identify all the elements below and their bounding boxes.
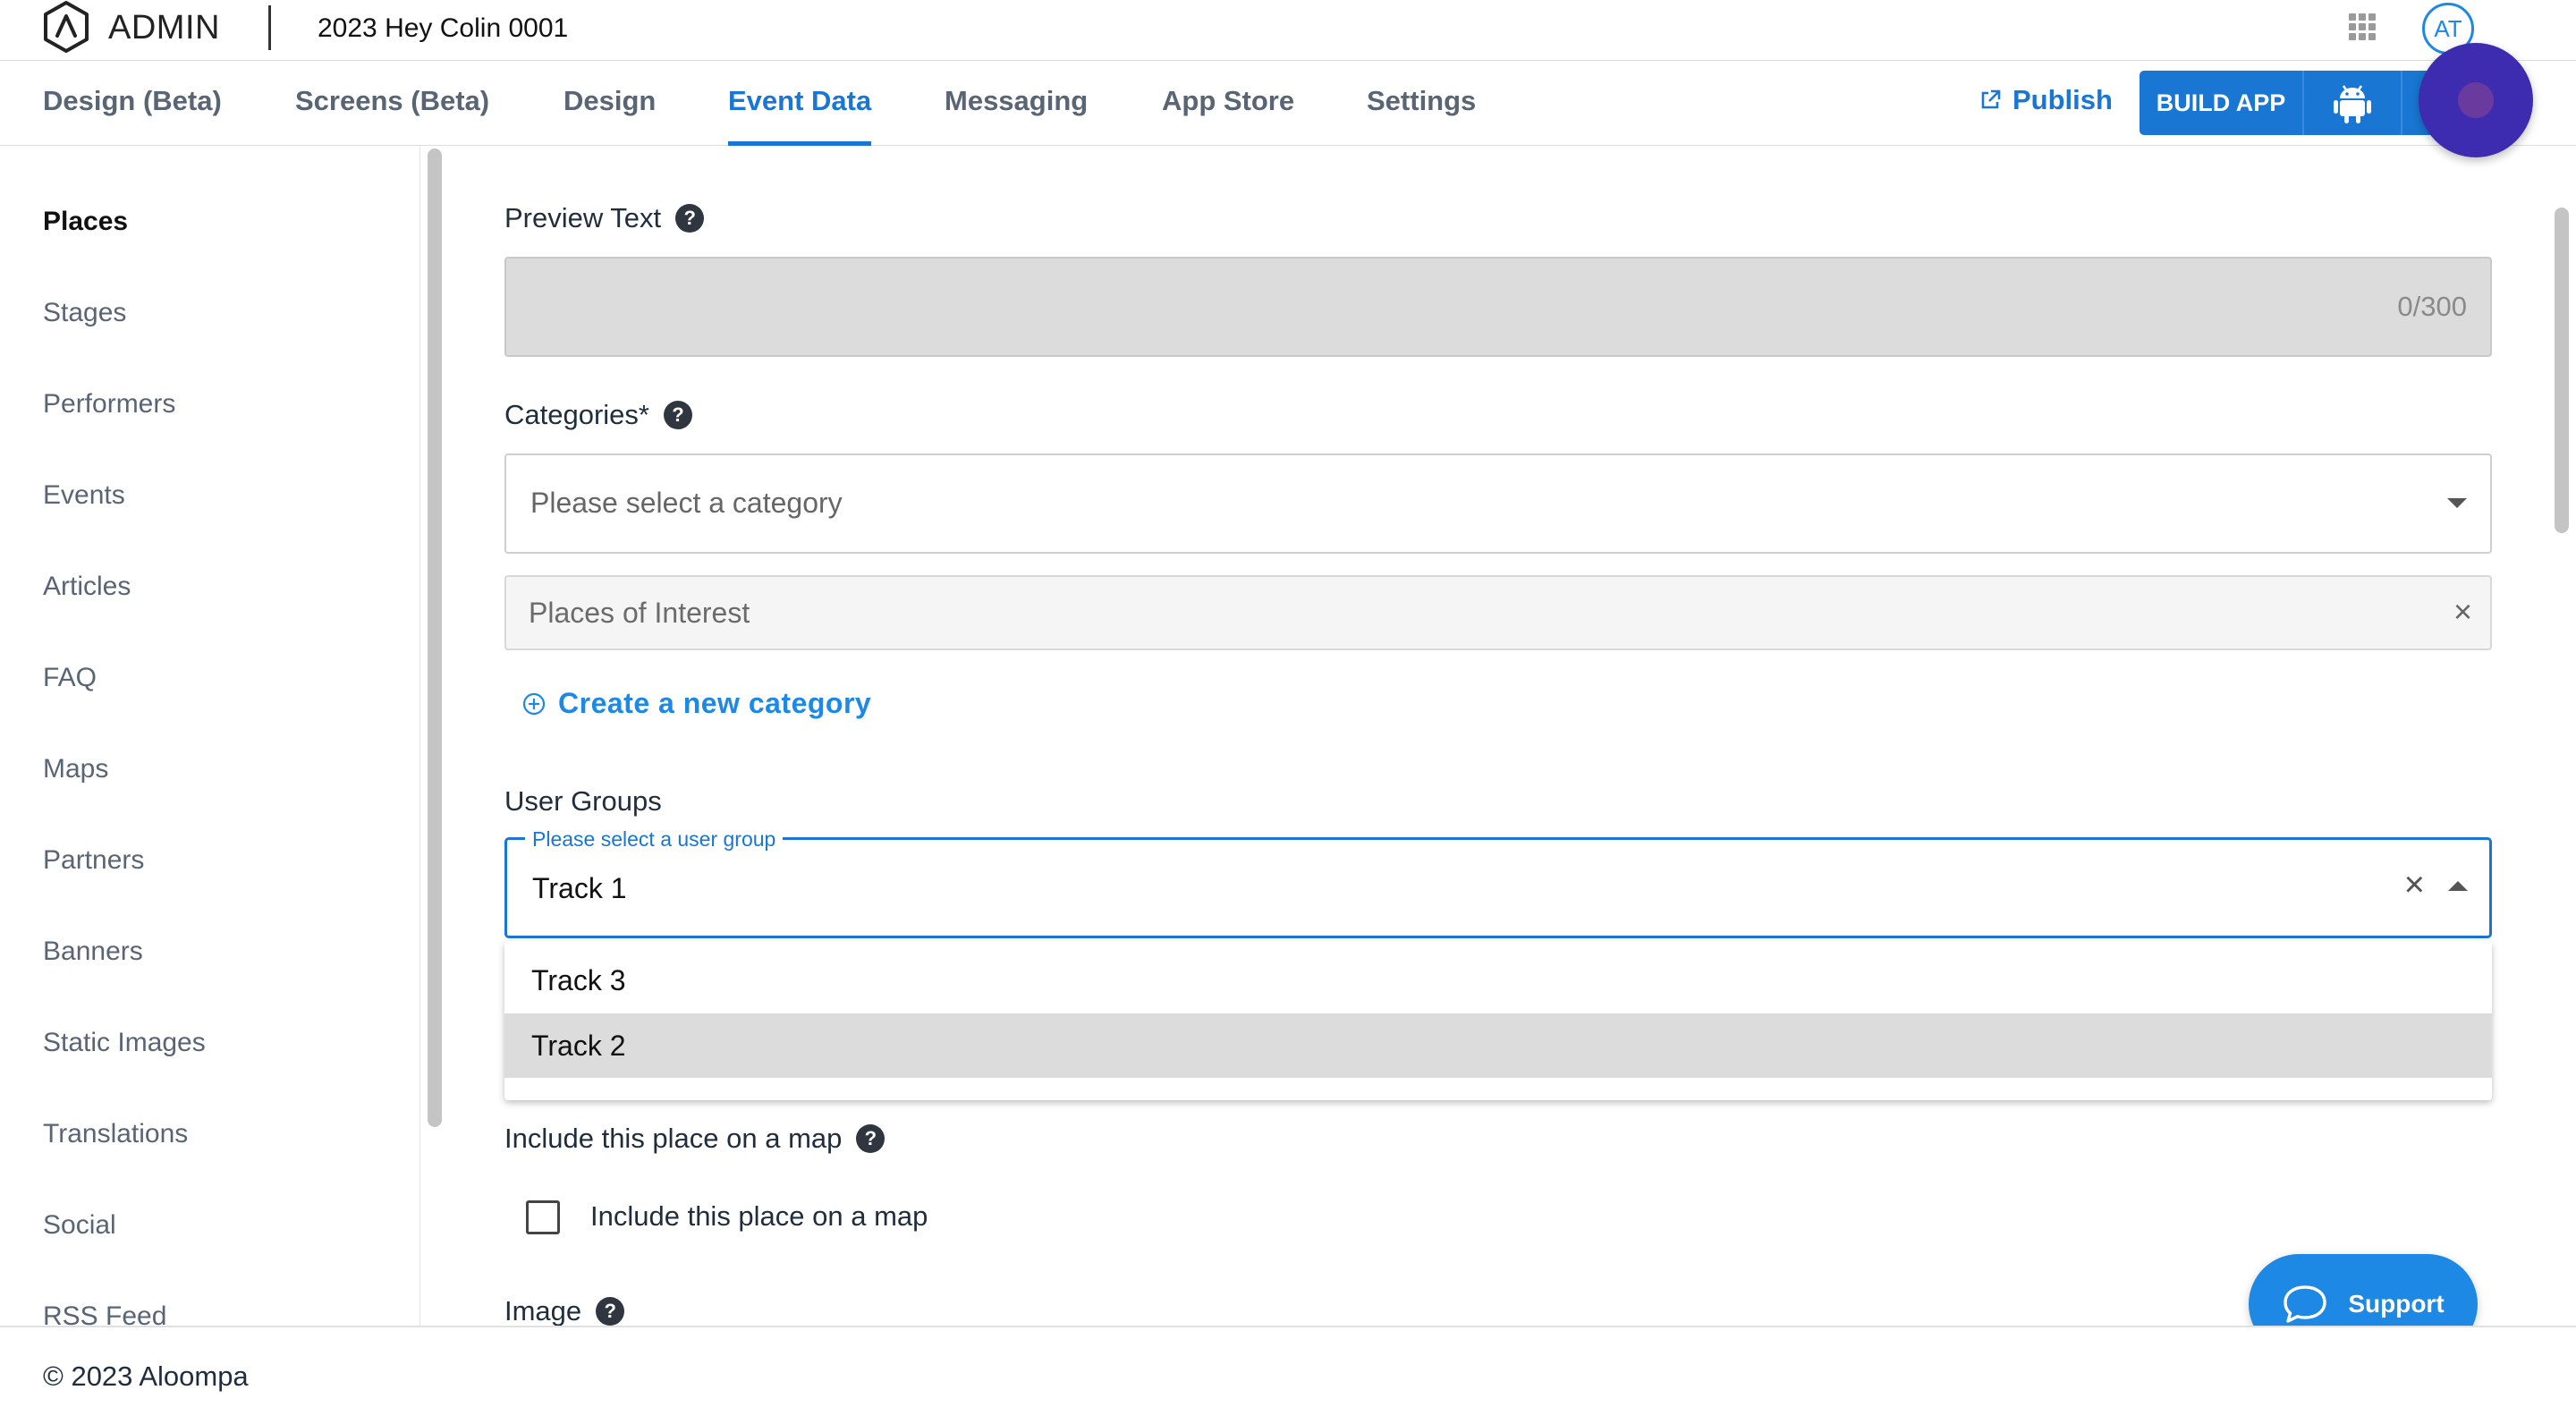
categories-label: Categories* ? xyxy=(504,399,692,431)
sidebar-item-articles[interactable]: Articles xyxy=(43,572,131,602)
sidebar-item-rss-feed[interactable]: RSS Feed xyxy=(43,1301,166,1326)
sidebar-item-performers[interactable]: Performers xyxy=(43,389,175,420)
help-icon[interactable]: ? xyxy=(596,1297,625,1326)
include-on-map-label[interactable]: Include this place on a map xyxy=(590,1200,928,1233)
preview-text-label: Preview Text ? xyxy=(504,202,705,234)
build-button-group: BUILD APP xyxy=(2140,71,2454,135)
sidebar-scrollbar[interactable] xyxy=(428,148,442,1127)
map-section-label: Include this place on a map ? xyxy=(504,1123,886,1155)
chat-bubble-icon xyxy=(2284,1285,2327,1323)
tab-app-store[interactable]: App Store xyxy=(1162,61,1294,146)
sidebar-item-translations[interactable]: Translations xyxy=(43,1119,188,1149)
sidebar-item-maps[interactable]: Maps xyxy=(43,754,108,784)
title-divider xyxy=(268,5,271,50)
include-on-map-checkbox[interactable] xyxy=(526,1200,560,1234)
place-form: Preview Text ? 0/300 Categories* ? Pleas… xyxy=(447,147,2549,1326)
main-nav: Design (Beta) Screens (Beta) Design Even… xyxy=(0,61,2576,146)
tab-messaging[interactable]: Messaging xyxy=(945,61,1088,146)
sidebar-item-stages[interactable]: Stages xyxy=(43,298,126,328)
top-bar: ADMIN 2023 Hey Colin 0001 AT xyxy=(0,0,2576,61)
sidebar-item-places[interactable]: Places xyxy=(43,207,128,237)
selected-category-chip: Places of Interest × xyxy=(504,575,2492,650)
build-app-button[interactable]: BUILD APP xyxy=(2140,71,2302,135)
help-icon[interactable]: ? xyxy=(663,401,692,429)
publish-label: Publish xyxy=(2012,84,2113,115)
publish-link[interactable]: Publish xyxy=(1979,84,2113,116)
category-chip-label: Places of Interest xyxy=(529,597,750,629)
tab-design[interactable]: Design xyxy=(564,61,656,146)
sidebar-item-static-images[interactable]: Static Images xyxy=(43,1028,206,1058)
user-group-select[interactable]: Please select a user group Track 1 × xyxy=(504,827,2492,938)
sidebar-item-events[interactable]: Events xyxy=(43,480,125,511)
copyright-text: © 2023 Aloompa xyxy=(43,1360,249,1392)
user-group-option[interactable]: Track 3 xyxy=(504,948,2492,1013)
sidebar-item-banners[interactable]: Banners xyxy=(43,937,143,967)
tab-design-beta[interactable]: Design (Beta) xyxy=(43,61,222,146)
user-groups-label: User Groups xyxy=(504,785,662,817)
image-label: Image ? xyxy=(504,1295,625,1326)
help-icon[interactable]: ? xyxy=(675,204,705,233)
help-icon[interactable]: ? xyxy=(856,1124,886,1153)
category-placeholder: Please select a category xyxy=(530,487,843,519)
sidebar-item-social[interactable]: Social xyxy=(43,1210,116,1241)
user-group-option[interactable]: Track 2 xyxy=(504,1013,2492,1078)
tab-settings[interactable]: Settings xyxy=(1367,61,1476,146)
chevron-up-icon[interactable] xyxy=(2448,881,2468,891)
sidebar: Places Stages Performers Events Articles… xyxy=(0,147,420,1326)
user-group-legend: Please select a user group xyxy=(525,827,784,852)
recording-button[interactable] xyxy=(2419,43,2533,157)
sidebar-item-partners[interactable]: Partners xyxy=(43,845,144,876)
create-category-link[interactable]: Create a new category xyxy=(522,687,871,720)
support-label: Support xyxy=(2348,1290,2445,1318)
tab-screens-beta[interactable]: Screens (Beta) xyxy=(295,61,489,146)
user-group-dropdown: Track 3 Track 2 xyxy=(504,941,2492,1100)
close-icon[interactable]: × xyxy=(2453,593,2472,631)
android-icon xyxy=(2334,85,2371,123)
category-select[interactable]: Please select a category xyxy=(504,453,2492,554)
create-category-label: Create a new category xyxy=(558,687,872,719)
tab-event-data[interactable]: Event Data xyxy=(728,61,872,146)
clear-icon[interactable]: × xyxy=(2404,865,2425,905)
sidebar-item-faq[interactable]: FAQ xyxy=(43,663,97,693)
android-build-button[interactable] xyxy=(2302,71,2401,135)
record-icon xyxy=(2458,82,2494,118)
app-title: 2023 Hey Colin 0001 xyxy=(318,13,569,43)
page-scrollbar[interactable] xyxy=(2555,208,2569,533)
chevron-down-icon xyxy=(2447,498,2467,508)
user-group-value: Track 1 xyxy=(532,872,627,904)
preview-text-input[interactable]: 0/300 xyxy=(504,257,2492,357)
apps-grid-icon[interactable] xyxy=(2349,13,2376,40)
preview-text-counter: 0/300 xyxy=(2397,291,2467,322)
footer: © 2023 Aloompa xyxy=(0,1326,2576,1424)
external-link-icon xyxy=(1981,89,2001,109)
add-circle-icon xyxy=(522,692,546,715)
logo-icon xyxy=(44,1,89,53)
logo-text: ADMIN xyxy=(108,9,220,47)
